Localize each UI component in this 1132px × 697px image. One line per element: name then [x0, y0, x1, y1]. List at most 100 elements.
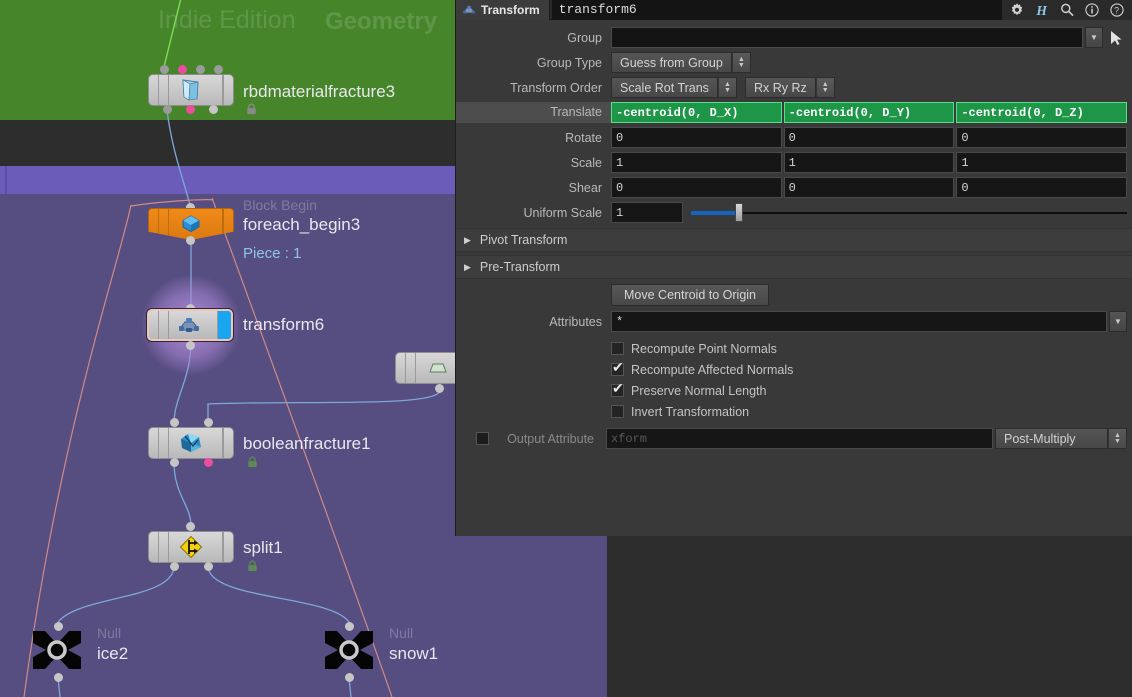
info-icon[interactable] [1084, 2, 1100, 18]
group-type-spinner[interactable]: ▲ ▼ [731, 52, 751, 73]
transform-order-srt-menu[interactable]: Scale Rot Trans ▲ ▼ [611, 77, 737, 98]
scale-z-input[interactable]: 1 [956, 152, 1128, 173]
node-slot [159, 311, 169, 339]
transform-order-rot-value[interactable]: Rx Ry Rz [744, 77, 816, 98]
node-output-connector[interactable] [54, 673, 63, 682]
node-output-connector[interactable] [204, 562, 213, 571]
node-chip-rbdmaterialfracture3[interactable] [148, 74, 234, 106]
node-type-label-block-begin: Block Begin [243, 197, 317, 213]
transform-order-srt-value[interactable]: Scale Rot Trans [611, 77, 718, 98]
attributes-input[interactable]: * [611, 311, 1107, 332]
parameter-panel[interactable]: Transform transform6 H ? Group ▼ Group T… [455, 0, 1132, 536]
transform-order-srt-spinner[interactable]: ▲ ▼ [717, 77, 737, 98]
node-slot [159, 532, 169, 562]
output-attribute-input[interactable]: xform [606, 428, 993, 449]
node-input-connector[interactable] [178, 65, 187, 74]
node-output-connector[interactable] [435, 384, 444, 393]
node-output-connector[interactable] [345, 673, 354, 682]
output-attribute-mode-value[interactable]: Post-Multiply [995, 428, 1108, 449]
checkbox-row-recompute-affected-normals[interactable]: Recompute Affected Normals [611, 359, 1132, 380]
recompute-point-normals-checkbox[interactable] [611, 342, 624, 355]
node-input-connector[interactable] [170, 418, 179, 427]
transform-order-rot-menu[interactable]: Rx Ry Rz ▲ ▼ [744, 77, 835, 98]
node-input-connector[interactable] [204, 418, 213, 427]
node-output-connector[interactable] [204, 458, 213, 467]
svg-text:?: ? [1114, 5, 1119, 15]
checkbox-row-recompute-point-normals[interactable]: Recompute Point Normals [611, 338, 1132, 359]
tab-transform[interactable]: Transform [456, 0, 550, 20]
node-input-connector[interactable] [160, 65, 169, 74]
rotate-x-input[interactable]: 0 [611, 127, 782, 148]
attributes-dropdown-button[interactable]: ▼ [1109, 311, 1127, 332]
node-slot [159, 75, 169, 105]
node-input-connector[interactable] [196, 65, 205, 74]
param-row-rotate: Rotate 0 0 0 [456, 125, 1132, 150]
gear-icon[interactable] [1009, 2, 1025, 18]
node-chip-ice2-null[interactable] [25, 627, 89, 673]
collapser-pre-transform[interactable]: ▶ Pre-Transform [456, 255, 1132, 279]
checkbox-row-invert-transformation[interactable]: Invert Transformation [611, 401, 1132, 422]
param-row-attributes: Attributes * ▼ [456, 309, 1132, 334]
output-attribute-mode-spinner[interactable]: ▲ ▼ [1108, 428, 1127, 449]
node-output-connector[interactable] [170, 458, 179, 467]
shear-y-input[interactable]: 0 [783, 177, 955, 198]
param-row-output-attribute: Output Attribute xform Post-Multiply ▲ ▼ [456, 426, 1132, 451]
translate-z-input[interactable]: -centroid(0, D_Z) [956, 102, 1128, 123]
search-icon[interactable] [1059, 2, 1075, 18]
node-label-transform6: transform6 [243, 315, 325, 334]
node-output-connector[interactable] [170, 562, 179, 571]
node-path-field[interactable]: transform6 [551, 0, 1002, 20]
param-label-group-type: Group Type [536, 55, 602, 70]
param-label-attributes: Attributes [549, 314, 602, 329]
group-type-value[interactable]: Guess from Group [611, 52, 732, 73]
scale-y-input[interactable]: 1 [783, 152, 955, 173]
chevron-right-icon: ▶ [464, 261, 471, 272]
group-input[interactable] [611, 27, 1083, 48]
node-chip-split1[interactable] [148, 531, 234, 563]
node-output-connector[interactable] [186, 105, 195, 114]
transform-order-rot-spinner[interactable]: ▲ ▼ [815, 77, 835, 98]
group-dropdown-button[interactable]: ▼ [1085, 27, 1103, 48]
param-label-transform-order: Transform Order [510, 80, 602, 95]
node-icon-booleanfracture [169, 428, 213, 458]
help-icon[interactable]: ? [1109, 2, 1125, 18]
param-row-scale: Scale 1 1 1 [456, 150, 1132, 175]
rotate-z-input[interactable]: 0 [956, 127, 1128, 148]
node-chip-snow1-null[interactable] [317, 627, 381, 673]
shear-z-input[interactable]: 0 [956, 177, 1128, 198]
node-output-connector[interactable] [186, 341, 195, 350]
move-centroid-to-origin-button[interactable]: Move Centroid to Origin [611, 283, 770, 306]
scale-x-input[interactable]: 1 [611, 152, 782, 173]
node-display-flag[interactable] [218, 311, 231, 339]
collapser-pivot-transform[interactable]: ▶ Pivot Transform [456, 228, 1132, 252]
translate-y-input[interactable]: -centroid(0, D_Y) [783, 102, 955, 123]
node-output-connector[interactable] [163, 105, 172, 114]
shear-x-input[interactable]: 0 [611, 177, 782, 198]
node-chip-booleanfracture1[interactable] [148, 427, 234, 459]
group-pick-arrow-icon[interactable] [1105, 27, 1127, 48]
houdini-h-icon[interactable]: H [1034, 2, 1050, 18]
node-icon-transform [169, 311, 208, 339]
node-label-snow1: snow1 [389, 644, 439, 663]
collapser-pivot-transform-label: Pivot Transform [479, 233, 568, 247]
node-input-connector[interactable] [186, 522, 195, 531]
param-row-move-centroid: Move Centroid to Origin [456, 279, 1132, 306]
node-input-connector[interactable] [214, 65, 223, 74]
node-output-connector[interactable] [209, 105, 218, 114]
uniform-scale-input[interactable]: 1 [611, 202, 683, 223]
recompute-affected-normals-checkbox[interactable] [611, 360, 624, 376]
group-type-menu[interactable]: Guess from Group ▲ ▼ [611, 52, 751, 73]
invert-transformation-checkbox[interactable] [611, 405, 624, 418]
node-label-rbdmaterialfracture3: rbdmaterialfracture3 [243, 82, 396, 101]
preserve-normal-length-checkbox[interactable] [611, 381, 624, 397]
node-chip-transform6[interactable] [147, 309, 233, 341]
output-attribute-mode-menu[interactable]: Post-Multiply ▲ ▼ [995, 428, 1127, 449]
param-row-shear: Shear 0 0 0 [456, 175, 1132, 200]
translate-x-input[interactable]: -centroid(0, D_X) [611, 102, 782, 123]
rotate-y-input[interactable]: 0 [783, 127, 955, 148]
node-output-connector[interactable] [186, 236, 195, 245]
slider-thumb[interactable] [734, 203, 743, 222]
uniform-scale-slider[interactable] [691, 202, 1127, 223]
checkbox-row-preserve-normal-length[interactable]: Preserve Normal Length [611, 380, 1132, 401]
output-attribute-checkbox[interactable] [476, 432, 489, 445]
